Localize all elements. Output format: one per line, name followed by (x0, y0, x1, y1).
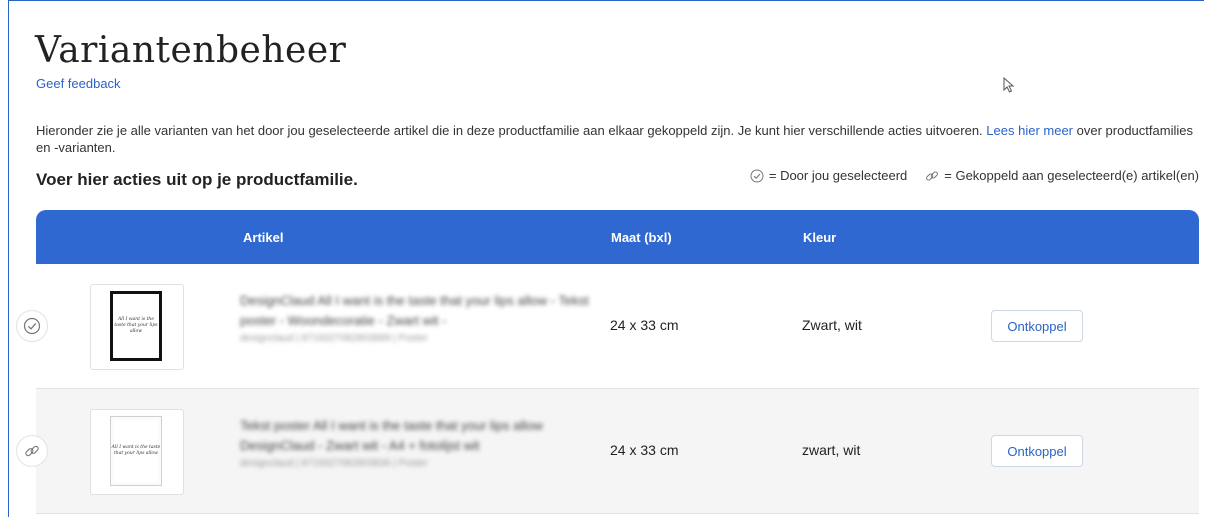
variants-table: Artikel Maat (bxl) Kleur All I want is t… (36, 210, 1199, 517)
header-artikel: Artikel (243, 230, 284, 245)
product-title-blurred[interactable]: Tekst poster All I want is the taste tha… (240, 416, 590, 469)
product-title: DesignClaud All I want is the taste that… (240, 293, 589, 328)
mouse-cursor-icon (1003, 77, 1015, 93)
header-maat: Maat (bxl) (611, 230, 672, 245)
product-title-blurred[interactable]: DesignClaud All I want is the taste that… (240, 291, 590, 344)
table-row: All I want is the taste that your lips a… (36, 389, 1199, 514)
table-header: Artikel Maat (bxl) Kleur (36, 210, 1199, 264)
header-kleur: Kleur (803, 230, 837, 245)
poster-script-text: All I want is the taste that your lips a… (114, 317, 158, 334)
color-value: zwart, wit (802, 442, 861, 458)
section-subtitle: Voer hier acties uit op je productfamili… (36, 170, 358, 189)
table-row: All I want is the taste that your lips a… (36, 264, 1199, 389)
link-icon (926, 170, 939, 181)
legend-linked: = Gekoppeld aan geselecteerd(e) artikel(… (925, 168, 1199, 183)
check-circle-icon (23, 317, 41, 335)
intro-text: Hieronder zie je alle varianten van het … (36, 122, 1196, 156)
poster-image: All I want is the taste that your lips a… (110, 291, 162, 361)
check-circle-icon (750, 169, 764, 182)
product-thumbnail[interactable]: All I want is the taste that your lips a… (90, 284, 184, 370)
product-meta: designclaud | 8719327082803836 | Poster (240, 458, 428, 469)
unlink-button[interactable]: Ontkoppel (991, 435, 1083, 467)
product-thumbnail[interactable]: All I want is the taste that your lips a… (90, 409, 184, 495)
product-title: Tekst poster All I want is the taste tha… (240, 418, 543, 453)
link-icon (25, 445, 39, 457)
legend-linked-label: = Gekoppeld aan geselecteerd(e) artikel(… (944, 168, 1199, 183)
poster-script-text: All I want is the taste that your lips a… (111, 445, 161, 456)
size-value: 24 x 33 cm (610, 442, 679, 458)
size-value: 24 x 33 cm (610, 317, 679, 333)
legend-selected: = Door jou geselecteerd (750, 168, 907, 183)
unlink-button[interactable]: Ontkoppel (991, 310, 1083, 342)
read-more-link[interactable]: Lees hier meer (986, 123, 1073, 138)
feedback-link[interactable]: Geef feedback (36, 76, 121, 91)
intro-body: Hieronder zie je alle varianten van het … (36, 123, 983, 138)
color-value: Zwart, wit (802, 317, 862, 333)
legend-selected-label: = Door jou geselecteerd (768, 168, 908, 183)
product-meta: designclaud | 8719327082803899 | Poster (240, 333, 428, 344)
poster-image: All I want is the taste that your lips a… (110, 416, 162, 486)
row-status-linked (16, 435, 48, 467)
legend: = Door jou geselecteerd = Gekoppeld aan … (732, 168, 1199, 183)
row-status-selected (16, 310, 48, 342)
page-title: Variantenbeheer (35, 30, 347, 71)
